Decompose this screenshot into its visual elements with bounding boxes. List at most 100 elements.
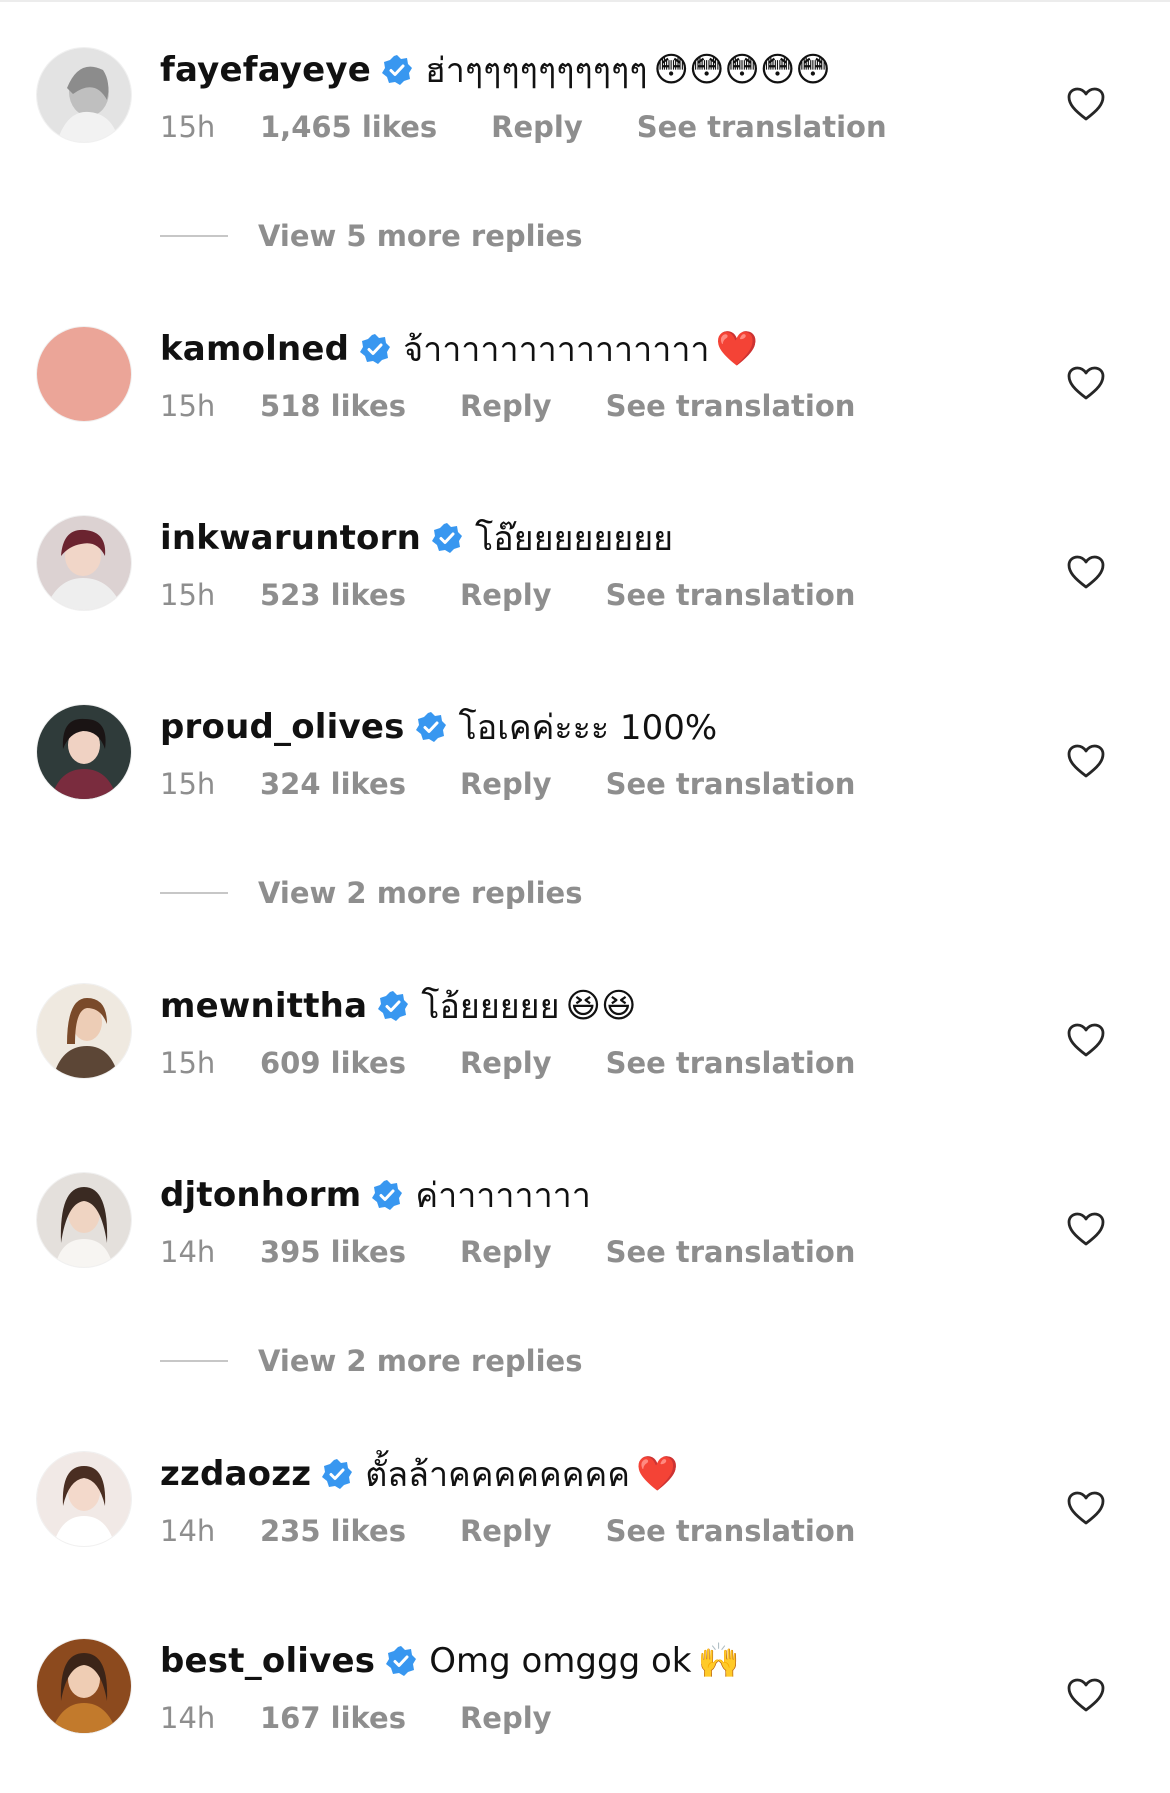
comment-header: inkwaruntorn โอ๊ยยยยยยยย [160, 516, 673, 560]
heart-outline-icon[interactable] [1066, 86, 1106, 122]
comment-text: Omg omggg ok [429, 1641, 692, 1681]
verified-badge-icon [371, 1179, 403, 1211]
likes-count[interactable]: 235 likes [260, 1514, 406, 1548]
comment-text: โอ้ยยยยย [421, 987, 560, 1027]
heart-outline-icon[interactable] [1066, 1677, 1106, 1713]
comment-username[interactable]: fayefayeye [160, 50, 371, 90]
see-translation-button[interactable]: See translation [606, 389, 856, 423]
comment-item: kamolned จ้าาาาาาาาาาาาาาา ❤️ 15h 518 li… [0, 327, 1170, 437]
view-more-replies[interactable]: View 2 more replies [160, 873, 582, 913]
comment-username[interactable]: djtonhorm [160, 1175, 361, 1215]
comment-emoji: 🙌 [697, 1641, 740, 1681]
comment-time: 15h [160, 578, 216, 612]
comment-text: ฮ่าๆๆๆๆๆๆๆๆๆๆ [425, 51, 648, 91]
see-translation-button[interactable]: See translation [606, 1046, 856, 1080]
reply-button[interactable]: Reply [491, 110, 583, 144]
avatar[interactable] [37, 1639, 131, 1733]
avatar[interactable] [37, 705, 131, 799]
comment-meta: 14h 167 likes Reply [160, 1701, 606, 1735]
comment-header: zzdaozz ตั้ลล้าคคคคคคคค ❤️ [160, 1452, 678, 1496]
verified-badge-icon [359, 333, 391, 365]
reply-button[interactable]: Reply [460, 767, 552, 801]
comment-time: 15h [160, 110, 216, 144]
likes-count[interactable]: 518 likes [260, 389, 406, 423]
comment-emoji: 😳😳😳😳😳 [653, 50, 831, 90]
comment-item: zzdaozz ตั้ลล้าคคคคคคคค ❤️ 14h 235 likes… [0, 1452, 1170, 1562]
reply-button[interactable]: Reply [460, 389, 552, 423]
comment-text: จ้าาาาาาาาาาาาาาา [403, 330, 710, 370]
comment-time: 15h [160, 1046, 216, 1080]
comment-item: best_olives Omg omggg ok 🙌 14h 167 likes… [0, 1639, 1170, 1749]
verified-badge-icon [321, 1458, 353, 1490]
view-more-replies-label[interactable]: View 2 more replies [258, 876, 582, 910]
likes-count[interactable]: 395 likes [260, 1235, 406, 1269]
comment-meta: 15h 518 likes Reply See translation [160, 389, 855, 423]
comment-text: โอเคค่ะะะ 100% [458, 708, 718, 748]
reply-button[interactable]: Reply [460, 1514, 552, 1548]
see-translation-button[interactable]: See translation [606, 1514, 856, 1548]
reply-button[interactable]: Reply [460, 578, 552, 612]
avatar[interactable] [37, 1452, 131, 1546]
comment-username[interactable]: inkwaruntorn [160, 518, 421, 558]
likes-count[interactable]: 324 likes [260, 767, 406, 801]
comment-header: djtonhorm ค่าาาาาาาา [160, 1173, 591, 1217]
reply-button[interactable]: Reply [460, 1701, 552, 1735]
comment-header: proud_olives โอเคค่ะะะ 100% [160, 705, 717, 749]
heart-outline-icon[interactable] [1066, 554, 1106, 590]
view-more-replies[interactable]: View 2 more replies [160, 1341, 582, 1381]
comment-text: ค่าาาาาาาา [415, 1176, 591, 1216]
view-more-replies-label[interactable]: View 5 more replies [258, 219, 582, 253]
avatar[interactable] [37, 48, 131, 142]
comment-username[interactable]: kamolned [160, 329, 349, 369]
verified-badge-icon [385, 1645, 417, 1677]
see-translation-button[interactable]: See translation [606, 1235, 856, 1269]
comment-meta: 15h 324 likes Reply See translation [160, 767, 855, 801]
verified-badge-icon [431, 522, 463, 554]
comment-item: mewnittha โอ้ยยยยย 😆😆 15h 609 likes Repl… [0, 984, 1170, 1094]
comment-item: djtonhorm ค่าาาาาาาา 14h 395 likes Reply… [0, 1173, 1170, 1283]
heart-outline-icon[interactable] [1066, 743, 1106, 779]
avatar[interactable] [37, 327, 131, 421]
likes-count[interactable]: 609 likes [260, 1046, 406, 1080]
comment-time: 14h [160, 1701, 216, 1735]
comment-username[interactable]: proud_olives [160, 707, 405, 747]
avatar[interactable] [37, 516, 131, 610]
comment-time: 14h [160, 1235, 216, 1269]
replies-divider [160, 1360, 228, 1362]
comment-meta: 14h 235 likes Reply See translation [160, 1514, 855, 1548]
view-more-replies[interactable]: View 5 more replies [160, 216, 582, 256]
comment-emoji: ❤️ [636, 1454, 679, 1494]
heart-outline-icon[interactable] [1066, 1211, 1106, 1247]
likes-count[interactable]: 523 likes [260, 578, 406, 612]
likes-count[interactable]: 1,465 likes [260, 110, 437, 144]
comment-item: fayefayeye ฮ่าๆๆๆๆๆๆๆๆๆๆ 😳😳😳😳😳 15h 1,465… [0, 48, 1170, 158]
comment-text: ตั้ลล้าคคคคคคคค [365, 1455, 630, 1495]
verified-badge-icon [377, 990, 409, 1022]
replies-divider [160, 892, 228, 894]
heart-outline-icon[interactable] [1066, 365, 1106, 401]
reply-button[interactable]: Reply [460, 1046, 552, 1080]
avatar[interactable] [37, 984, 131, 1078]
verified-badge-icon [381, 54, 413, 86]
comment-emoji: 😆😆 [565, 986, 637, 1026]
comment-username[interactable]: mewnittha [160, 986, 367, 1026]
comment-time: 14h [160, 1514, 216, 1548]
comment-username[interactable]: zzdaozz [160, 1454, 311, 1494]
view-more-replies-label[interactable]: View 2 more replies [258, 1344, 582, 1378]
comment-username[interactable]: best_olives [160, 1641, 375, 1681]
top-divider [0, 0, 1170, 2]
comment-header: kamolned จ้าาาาาาาาาาาาาาา ❤️ [160, 327, 758, 371]
comment-header: fayefayeye ฮ่าๆๆๆๆๆๆๆๆๆๆ 😳😳😳😳😳 [160, 48, 831, 92]
comment-time: 15h [160, 767, 216, 801]
heart-outline-icon[interactable] [1066, 1490, 1106, 1526]
see-translation-button[interactable]: See translation [606, 767, 856, 801]
comment-time: 15h [160, 389, 216, 423]
comment-header: best_olives Omg omggg ok 🙌 [160, 1639, 740, 1683]
likes-count[interactable]: 167 likes [260, 1701, 406, 1735]
avatar[interactable] [37, 1173, 131, 1267]
reply-button[interactable]: Reply [460, 1235, 552, 1269]
comment-item: inkwaruntorn โอ๊ยยยยยยยย 15h 523 likes R… [0, 516, 1170, 626]
heart-outline-icon[interactable] [1066, 1022, 1106, 1058]
see-translation-button[interactable]: See translation [637, 110, 887, 144]
see-translation-button[interactable]: See translation [606, 578, 856, 612]
